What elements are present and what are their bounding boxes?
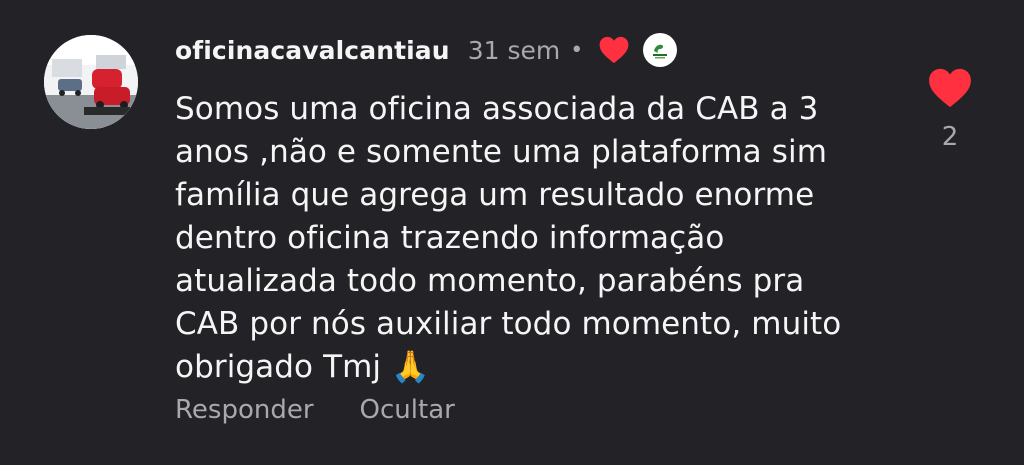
username[interactable]: oficinacavalcantiau — [175, 36, 450, 65]
cab-logo-icon — [648, 38, 673, 62]
like-heart-icon[interactable] — [928, 68, 972, 108]
timestamp: 31 sem — [467, 35, 561, 65]
workshop-photo-icon — [44, 35, 138, 129]
comment-actions: Responder Ocultar — [175, 395, 455, 425]
like-count: 2 — [941, 122, 959, 152]
liked-by-author-heart-icon — [599, 36, 629, 64]
comment-text: Somos uma oficina associada da CAB a 3 a… — [175, 91, 842, 385]
author-avatar — [643, 33, 678, 67]
comment-header: oficinacavalcantiau 31 sem • — [175, 28, 678, 72]
user-avatar[interactable] — [44, 35, 138, 129]
separator-dot: • — [570, 37, 584, 63]
hide-button[interactable]: Ocultar — [360, 395, 455, 425]
like-area: 2 — [926, 68, 974, 152]
comment: oficinacavalcantiau 31 sem • Somos uma o… — [0, 0, 1024, 465]
reply-button[interactable]: Responder — [175, 395, 314, 425]
